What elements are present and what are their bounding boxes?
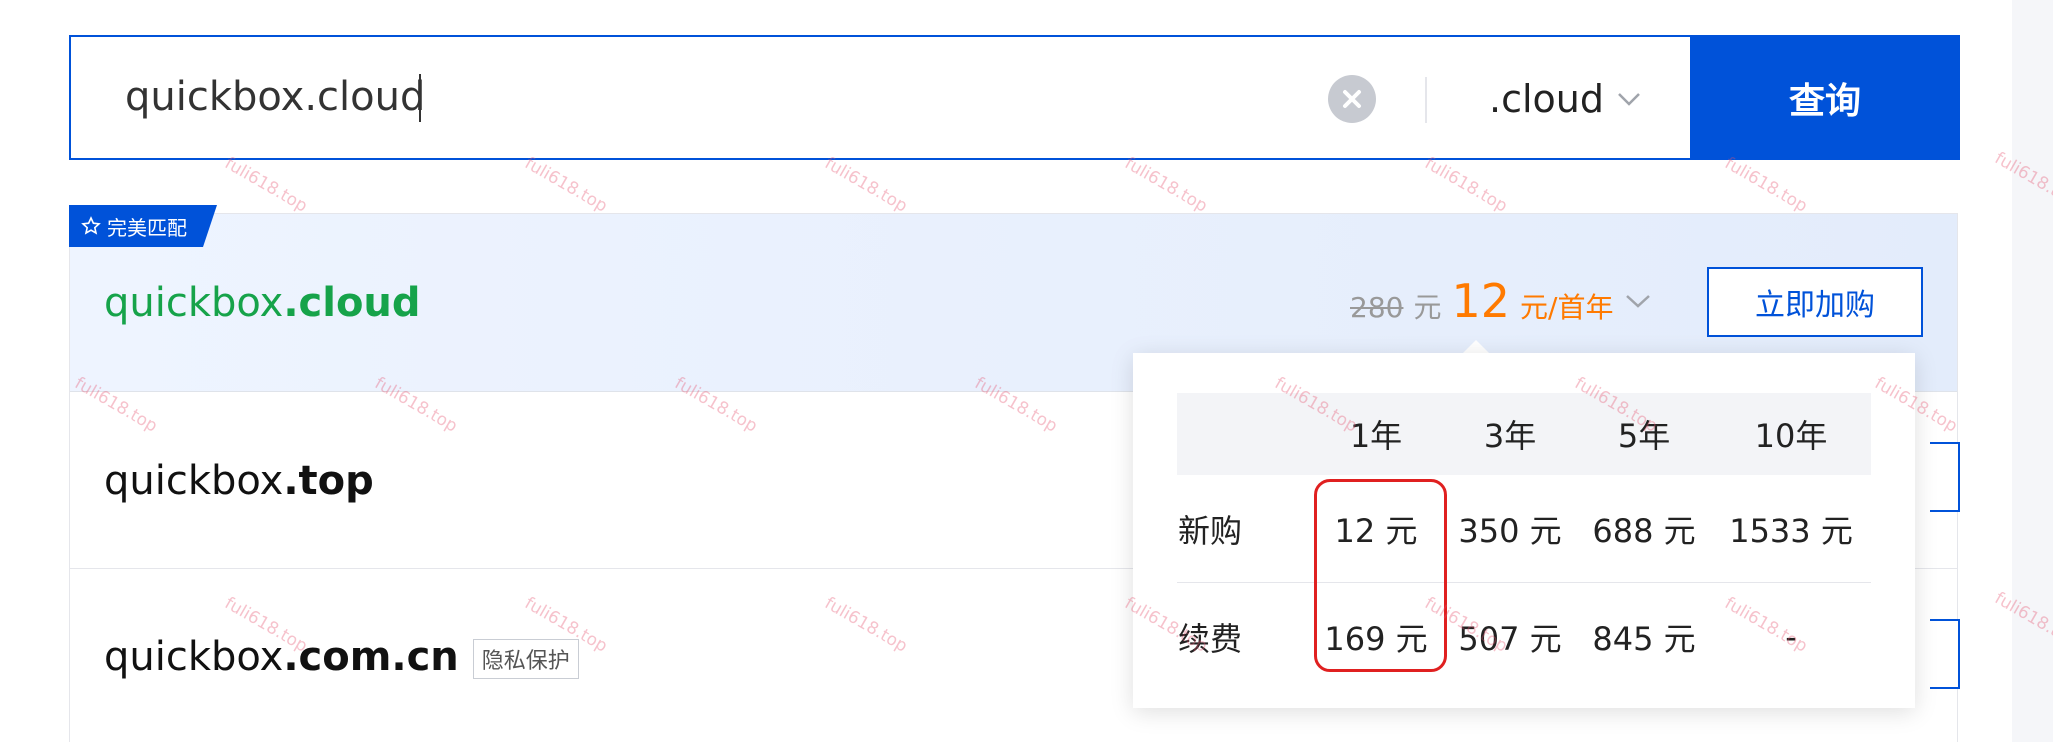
tld-suffix-select[interactable]: .cloud xyxy=(1489,67,1642,131)
domain-tld: .top xyxy=(283,458,374,504)
original-price-unit: 元 xyxy=(1413,291,1442,324)
price-cell: 1533 元 xyxy=(1711,475,1871,583)
query-button[interactable]: 查询 xyxy=(1690,35,1960,160)
domain-search-bar: .cloud 查询 xyxy=(69,35,1960,160)
watermark: fuli618.top xyxy=(1421,153,1511,217)
price-cell: 845 元 xyxy=(1592,619,1696,658)
privacy-protection-tag: 隐私保护 xyxy=(472,639,579,679)
add-to-cart-button-partial[interactable] xyxy=(1930,442,1960,512)
domain-search-input[interactable] xyxy=(125,59,1325,135)
perfect-match-label: 完美匹配 xyxy=(107,215,187,240)
row-renewal: 续费 169 元 507 元 845 元 - xyxy=(1177,583,1871,691)
text-caret xyxy=(419,74,421,122)
star-icon xyxy=(81,216,101,236)
tld-suffix-value: .cloud xyxy=(1489,77,1604,121)
price-cell: 688 元 xyxy=(1577,475,1712,583)
header-5-year: 5年 xyxy=(1577,393,1712,475)
header-10-year: 10年 xyxy=(1711,393,1871,475)
row-label: 续费 xyxy=(1178,619,1243,658)
highlight-annotation-box xyxy=(1314,479,1447,672)
add-to-cart-button[interactable]: 立即加购 xyxy=(1707,267,1923,337)
clear-input-button[interactable] xyxy=(1328,75,1376,123)
original-price: 280 xyxy=(1350,291,1404,324)
price-table-header: 1年 3年 5年 10年 xyxy=(1177,393,1871,475)
price-detail-popup: 1年 3年 5年 10年 新购 12 元 350 元 688 元 1533 元 … xyxy=(1133,353,1915,708)
chevron-down-icon xyxy=(1618,93,1640,106)
watermark: fuli618.top xyxy=(521,153,611,217)
popup-arrow xyxy=(1462,340,1490,354)
discount-price: 12 xyxy=(1451,274,1511,328)
chevron-down-icon xyxy=(1626,295,1651,308)
watermark: fuli618.top xyxy=(221,153,311,217)
domain-base: quickbox xyxy=(104,634,284,680)
price-summary[interactable]: 280 元 12 元/首年 xyxy=(1350,274,1653,328)
right-panel-edge xyxy=(2012,0,2053,742)
divider xyxy=(1425,77,1427,123)
domain-tld: .cloud xyxy=(283,280,421,326)
watermark: fuli618.top xyxy=(1121,153,1211,217)
price-cell: 350 元 xyxy=(1443,475,1578,583)
row-label: 新购 xyxy=(1177,475,1309,583)
watermark: fuli618.top xyxy=(821,153,911,217)
discount-price-unit: 元/首年 xyxy=(1520,291,1614,324)
domain-base: quickbox xyxy=(104,280,284,326)
price-cell: - xyxy=(1785,617,1797,656)
domain-base: quickbox xyxy=(104,458,284,504)
price-table: 1年 3年 5年 10年 新购 12 元 350 元 688 元 1533 元 … xyxy=(1177,393,1871,690)
header-3-year: 3年 xyxy=(1443,393,1578,475)
close-icon xyxy=(1343,90,1361,108)
row-new-purchase: 新购 12 元 350 元 688 元 1533 元 xyxy=(1177,475,1871,583)
price-cell: 507 元 xyxy=(1458,619,1562,658)
add-to-cart-button-partial[interactable] xyxy=(1930,619,1960,689)
domain-name-com-cn: quickbox.com.cn 隐私保护 xyxy=(104,634,579,680)
domain-name-cloud: quickbox.cloud xyxy=(104,280,421,326)
header-1-year: 1年 xyxy=(1309,393,1444,475)
domain-tld: .com.cn xyxy=(283,634,459,680)
header-blank xyxy=(1177,393,1309,475)
watermark: fuli618.top xyxy=(1721,153,1811,217)
domain-name-top: quickbox.top xyxy=(104,458,374,504)
perfect-match-badge: 完美匹配 xyxy=(69,205,217,247)
